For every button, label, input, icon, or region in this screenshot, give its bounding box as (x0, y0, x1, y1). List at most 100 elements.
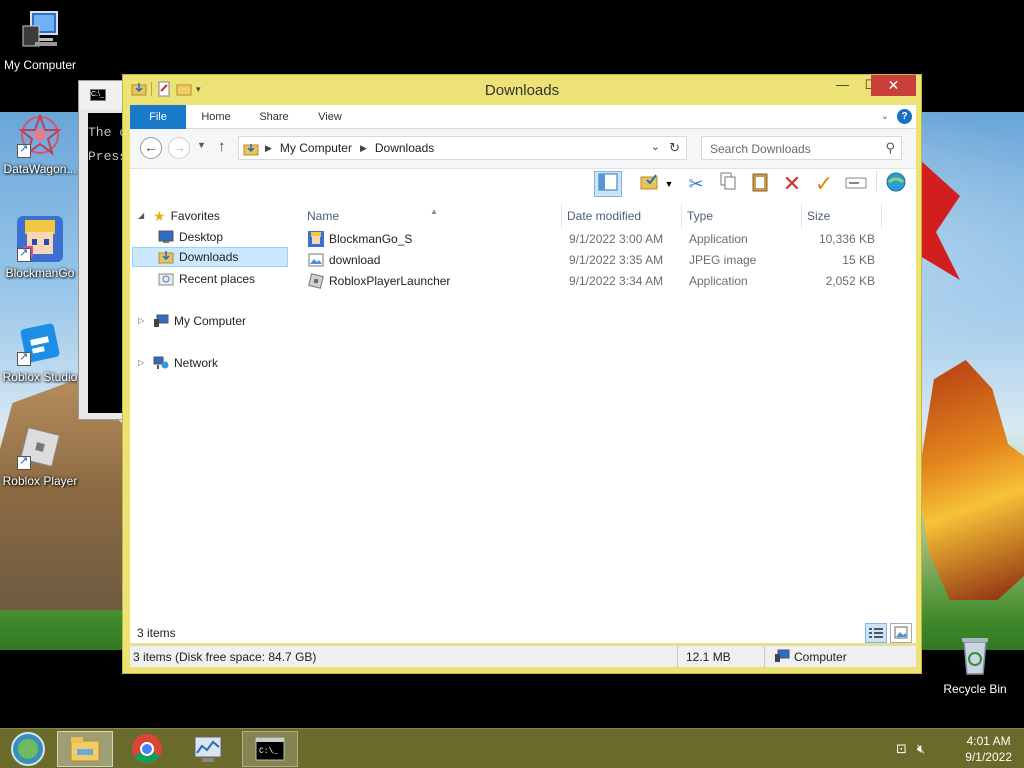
network-tray-icon[interactable]: ⊡ (896, 741, 907, 757)
file-name: download (329, 253, 381, 267)
desktop-icon-label: My Computer (3, 58, 77, 72)
shortcut-arrow-icon (17, 454, 31, 470)
preview-pane-button[interactable] (594, 171, 622, 197)
taskbar-command-prompt[interactable]: C:\_ (242, 731, 298, 767)
console-icon: C:\_ (90, 89, 106, 101)
desktop-icon-roblox-player[interactable]: Roblox Player (0, 424, 80, 488)
status-size: 12.1 MB (686, 650, 731, 664)
status-divider (677, 646, 678, 668)
nav-my-computer[interactable]: ▷ My Computer (138, 311, 246, 331)
desktop-icon-datawagon[interactable]: DataWagon... (0, 112, 80, 176)
breadcrumb-separator-icon[interactable]: ▶ (265, 143, 272, 154)
forward-button[interactable]: → (168, 137, 190, 159)
back-button[interactable]: ← (140, 137, 162, 159)
large-icons-view-icon[interactable] (890, 623, 912, 643)
column-label: Date modified (567, 209, 642, 223)
column-header-date-modified[interactable]: Date modified (562, 203, 682, 229)
item-count: 3 items (137, 626, 176, 640)
system-tray: ⊡ 🔇︎ (896, 741, 925, 757)
toolbar-separator (874, 171, 878, 197)
nav-label: Network (174, 356, 219, 370)
computer-icon (17, 8, 63, 54)
shortcut-arrow-icon (17, 350, 31, 366)
view-switcher (865, 623, 912, 643)
search-input[interactable]: Search Downloads (710, 142, 811, 156)
rename-icon[interactable] (842, 171, 870, 197)
breadcrumb-my-computer[interactable]: My Computer (280, 141, 352, 155)
desktop-icon-label: Roblox Player (2, 474, 78, 488)
minimize-button[interactable]: — (829, 75, 856, 96)
taskbar-resource-monitor[interactable] (180, 731, 236, 767)
file-date: 9/1/2022 3:35 AM (569, 253, 664, 267)
volume-muted-icon[interactable]: 🔇︎ (917, 741, 925, 757)
network-icon (153, 356, 169, 369)
paste-icon[interactable] (746, 171, 774, 197)
taskbar-file-explorer[interactable] (57, 731, 113, 767)
close-button[interactable]: ✕ (871, 75, 916, 96)
explorer-titlebar[interactable]: ▾ Downloads — ☐ ✕ (123, 75, 921, 105)
column-header-name[interactable]: Name ▲ (302, 203, 562, 229)
sort-ascending-icon: ▲ (430, 207, 438, 216)
recent-locations-icon[interactable]: ▼ (197, 140, 206, 150)
nav-favorites[interactable]: ◢ ★ Favorites (138, 206, 220, 226)
file-type: Application (689, 274, 748, 288)
nav-label: Recent places (179, 272, 256, 286)
nav-label: Desktop (179, 230, 224, 244)
tab-home[interactable]: Home (192, 105, 240, 129)
nav-recent-places[interactable]: Recent places (158, 269, 255, 289)
refresh-icon[interactable]: ↻ (669, 140, 680, 156)
blockmango-icon (17, 216, 63, 262)
select-folder-icon[interactable] (636, 171, 664, 197)
tab-share[interactable]: Share (252, 105, 296, 129)
desktop-icon-recycle-bin[interactable]: Recycle Bin (935, 632, 1015, 696)
roblox-player-icon (17, 424, 63, 470)
address-bar[interactable]: ▶ My Computer ▶ Downloads ⌄ ↻ (238, 136, 687, 160)
nav-label: Downloads (179, 250, 239, 264)
breadcrumb-downloads[interactable]: Downloads (375, 141, 434, 155)
nav-network[interactable]: ▷ Network (138, 353, 218, 373)
shortcut-arrow-icon (17, 246, 31, 262)
desktop-icon (158, 230, 174, 243)
delete-icon[interactable]: ✕ (778, 171, 806, 197)
column-label: Size (807, 209, 831, 223)
recent-places-icon (158, 273, 174, 286)
explorer-window[interactable]: ▾ Downloads — ☐ ✕ File Home Share View ⌄… (122, 74, 922, 674)
expand-arrow-icon[interactable]: ▷ (138, 353, 148, 373)
status-bar: 3 items (Disk free space: 84.7 GB) 12.1 … (130, 645, 916, 668)
nav-downloads[interactable]: Downloads (132, 247, 288, 267)
desktop-icon-roblox-studio[interactable]: Roblox Studio (0, 320, 80, 384)
up-button[interactable]: ↑ (218, 138, 226, 155)
file-row[interactable]: BlockmanGo_S 9/1/2022 3:00 AM Applicatio… (295, 229, 916, 250)
column-header-type[interactable]: Type (682, 203, 802, 229)
clock[interactable]: 4:01 AM 9/1/2022 (965, 733, 1012, 765)
file-row[interactable]: RobloxPlayerLauncher 9/1/2022 3:34 AM Ap… (295, 271, 916, 292)
roblox-studio-icon (17, 320, 63, 366)
checkmark-icon[interactable]: ✓ (810, 171, 838, 197)
start-button[interactable] (0, 731, 56, 767)
ribbon-expand-icon[interactable]: ⌄ (881, 111, 889, 122)
breadcrumb: ▶ My Computer ▶ Downloads (265, 141, 434, 155)
search-box[interactable]: Search Downloads ⚲ (701, 136, 902, 160)
nav-desktop[interactable]: Desktop (158, 227, 223, 247)
copy-icon[interactable] (714, 171, 742, 197)
search-icon: ⚲ (885, 140, 895, 155)
expand-arrow-icon[interactable]: ▷ (138, 311, 148, 331)
column-header-size[interactable]: Size (802, 203, 882, 229)
cut-icon[interactable]: ✂ (682, 171, 710, 197)
expand-arrow-icon[interactable]: ◢ (138, 206, 148, 226)
select-dropdown-icon[interactable]: ▼ (662, 171, 676, 197)
address-dropdown-icon[interactable]: ⌄ (651, 140, 660, 153)
command-toolbar: ▼ ✂ ✕ ✓ (130, 169, 916, 199)
breadcrumb-separator-icon[interactable]: ▶ (360, 143, 367, 154)
chrome-icon (132, 734, 162, 764)
tab-file[interactable]: File (130, 105, 186, 129)
tab-view[interactable]: View (308, 105, 352, 129)
taskbar-chrome[interactable] (119, 731, 175, 767)
desktop-icon-my-computer[interactable]: My Computer (0, 8, 80, 72)
desktop-icon-blockmango[interactable]: BlockmanGo (0, 216, 80, 280)
file-row[interactable]: download 9/1/2022 3:35 AM JPEG image 15 … (295, 250, 916, 271)
help-icon[interactable]: ? (897, 109, 912, 124)
details-view-icon[interactable] (865, 623, 887, 643)
globe-icon[interactable] (882, 171, 910, 197)
nav-label: My Computer (174, 314, 247, 328)
